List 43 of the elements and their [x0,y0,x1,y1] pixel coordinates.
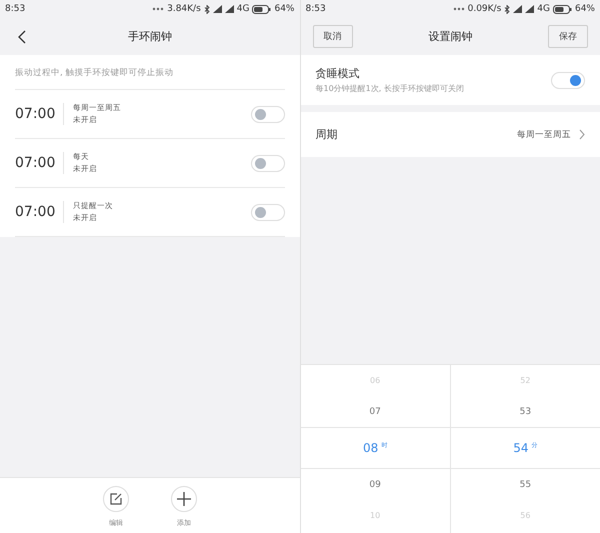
status-time: 8:53 [5,4,26,14]
alarm-time: 07:00 [15,155,56,171]
more-icon [452,7,465,11]
status-time: 8:53 [306,4,326,14]
minute-option[interactable]: 53 [520,406,532,416]
cancel-button[interactable]: 取消 [312,25,352,48]
network-type: 4G [236,4,250,14]
snooze-description: 每10分钟提醒1次, 长按手环按键即可关闭 [316,83,465,94]
snooze-toggle[interactable] [551,72,585,88]
edit-icon [108,492,123,506]
period-value: 每周一至周五 [517,128,571,140]
plus-icon [176,491,192,507]
hour-option[interactable]: 09 [369,480,381,490]
period-label: 周期 [316,127,338,142]
more-icon [152,7,164,11]
alarm-time: 07:00 [15,204,56,220]
hour-option[interactable]: 07 [369,406,381,416]
battery-percent: 64% [574,4,595,14]
minute-option[interactable]: 55 [520,480,532,490]
alarm-toggle[interactable] [250,106,284,122]
add-button[interactable] [170,486,197,512]
edit-button[interactable] [102,486,129,512]
network-speed: 3.84K/s [167,4,201,14]
snooze-label: 贪睡模式 [316,66,360,81]
screen-title: 手环闹钟 [128,29,172,44]
alarm-toggle[interactable] [250,204,284,220]
bluetooth-icon [204,4,210,14]
minute-option[interactable]: 54 [513,441,529,455]
screen-title: 设置闹钟 [428,29,472,44]
hour-option[interactable]: 08 [362,441,378,455]
period-row[interactable]: 周期 每周一至周五 [300,112,600,157]
network-type: 4G [537,4,550,14]
save-button[interactable]: 保存 [548,25,588,48]
chevron-icon [579,129,585,140]
back-icon[interactable] [18,30,26,44]
bluetooth-icon [504,4,510,14]
alarm-time: 07:00 [15,106,56,122]
battery-percent: 64% [274,4,294,14]
alarm-toggle[interactable] [250,154,284,172]
network-speed: 0.09K/s [468,4,502,14]
battery-icon [552,4,572,14]
battery-icon [252,4,272,14]
hint-text: 振动过程中, 触摸手环按键即可停止振动 [15,55,284,90]
